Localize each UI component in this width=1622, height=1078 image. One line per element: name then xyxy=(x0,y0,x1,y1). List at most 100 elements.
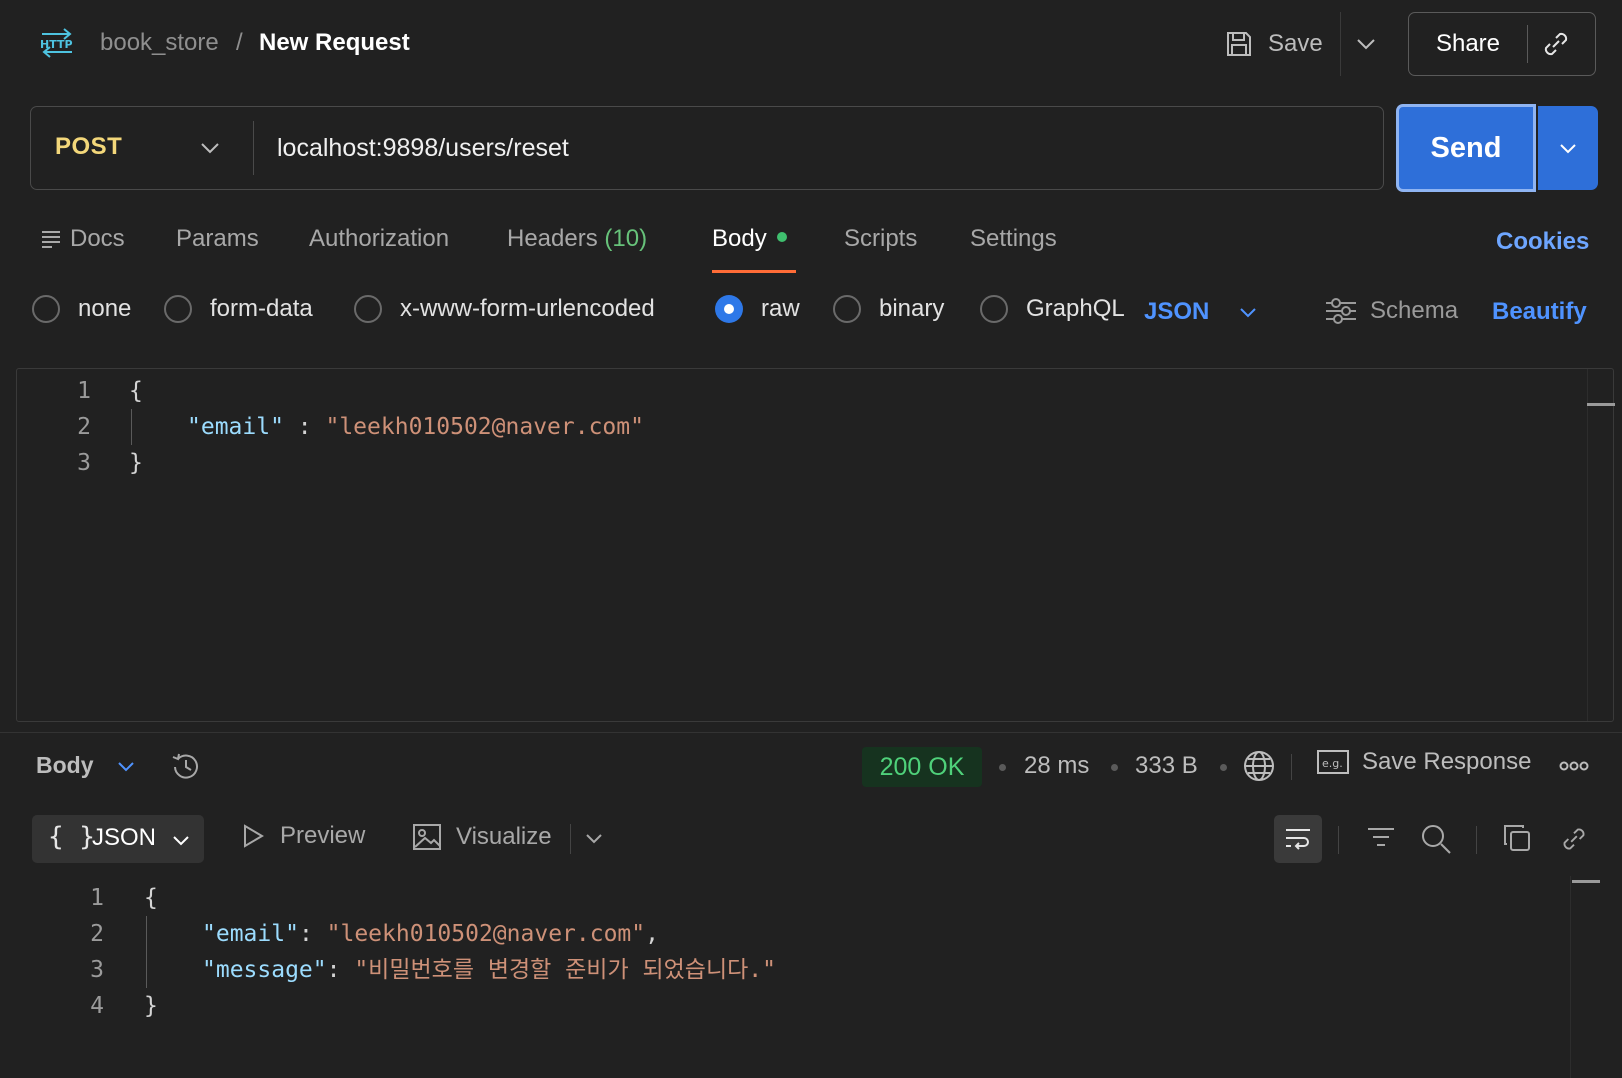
radio-raw-label: raw xyxy=(761,295,800,322)
chevron-down-icon xyxy=(1240,308,1257,318)
json-comma: , xyxy=(645,921,659,947)
save-response-button[interactable]: e.g. Save Response xyxy=(1316,748,1531,776)
preview-button[interactable]: Preview xyxy=(240,822,365,850)
example-icon: e.g. xyxy=(1317,750,1349,774)
send-button[interactable]: Send xyxy=(1396,104,1536,192)
radio-binary[interactable]: binary xyxy=(833,294,944,324)
line-number: 4 xyxy=(90,993,104,1019)
json-braces-icon: { } xyxy=(48,822,95,852)
code-line-email: "email": "leekh010502@naver.com", xyxy=(202,916,659,952)
response-size[interactable]: 333 B xyxy=(1135,752,1198,780)
filter-icon[interactable] xyxy=(1366,823,1396,853)
svg-text:e.g.: e.g. xyxy=(1322,757,1343,770)
json-string-value: "leekh010502@naver.com" xyxy=(326,921,646,947)
response-time[interactable]: 28 ms xyxy=(1024,752,1089,780)
wrap-lines-button[interactable] xyxy=(1274,815,1322,863)
chevron-down-icon[interactable] xyxy=(582,826,606,850)
share-group: Share xyxy=(1408,12,1596,76)
url-divider xyxy=(253,121,254,175)
url-input[interactable] xyxy=(277,127,1337,169)
visualize-label: Visualize xyxy=(456,823,552,850)
link-icon[interactable] xyxy=(1539,27,1573,61)
toolbar-divider xyxy=(570,824,571,854)
method-select[interactable]: POST xyxy=(31,107,251,188)
response-format-label: JSON xyxy=(92,824,157,851)
radio-icon xyxy=(32,295,60,323)
json-key: "email" xyxy=(187,414,284,440)
tab-body[interactable]: Body xyxy=(712,224,787,254)
radio-binary-label: binary xyxy=(879,295,945,322)
meta-separator xyxy=(1111,764,1118,771)
tab-settings[interactable]: Settings xyxy=(970,224,1057,254)
json-colon: : xyxy=(283,414,326,440)
history-icon[interactable] xyxy=(168,749,204,785)
line-number: 1 xyxy=(77,378,91,404)
response-format-select[interactable]: { } JSON xyxy=(32,815,204,863)
radio-icon xyxy=(980,295,1008,323)
line-number: 2 xyxy=(77,414,91,440)
chevron-down-icon[interactable] xyxy=(114,754,138,778)
request-title[interactable]: New Request xyxy=(259,28,410,58)
indent-guide xyxy=(146,916,147,988)
radio-raw[interactable]: raw xyxy=(715,294,800,324)
radio-urlencoded[interactable]: x-www-form-urlencoded xyxy=(354,294,655,324)
tab-params[interactable]: Params xyxy=(176,224,259,254)
method-label: POST xyxy=(55,133,123,160)
cookies-link[interactable]: Cookies xyxy=(1496,228,1589,256)
radio-form-data-label: form-data xyxy=(210,295,313,322)
json-colon: : xyxy=(298,921,327,947)
more-icon[interactable] xyxy=(1558,756,1590,776)
radio-none[interactable]: none xyxy=(32,294,131,324)
share-button[interactable]: Share xyxy=(1409,13,1527,74)
tab-docs-label: Docs xyxy=(70,225,125,252)
chevron-down-icon xyxy=(173,836,189,846)
response-body-viewer[interactable]: 1 2 3 4 { "email": "leekh010502@naver.co… xyxy=(0,876,1622,1078)
chevron-down-icon xyxy=(201,143,219,154)
tab-headers[interactable]: Headers (10) xyxy=(507,224,647,254)
indent-guide xyxy=(131,409,132,445)
breadcrumb-collection[interactable]: book_store xyxy=(100,28,219,58)
docs-icon xyxy=(42,230,60,248)
code-close-brace: } xyxy=(129,450,143,476)
chevron-down-icon xyxy=(1560,144,1576,154)
request-body-editor[interactable]: 1 2 3 { "email" : "leekh010502@naver.com… xyxy=(16,368,1615,722)
radio-form-data[interactable]: form-data xyxy=(164,294,313,324)
save-button[interactable]: Save xyxy=(1224,22,1323,66)
copy-icon[interactable] xyxy=(1502,823,1532,853)
tab-scripts[interactable]: Scripts xyxy=(844,224,917,254)
raw-format-select[interactable]: JSON xyxy=(1144,298,1259,326)
breadcrumb-separator: / xyxy=(236,29,243,56)
viewer-scroll-track xyxy=(1570,876,1571,1078)
viewer-scroll-marker[interactable] xyxy=(1572,880,1600,883)
preview-label: Preview xyxy=(280,822,366,849)
globe-icon[interactable] xyxy=(1242,749,1276,783)
tab-authorization[interactable]: Authorization xyxy=(309,224,449,254)
body-type-options: none form-data x-www-form-urlencoded raw… xyxy=(0,286,1622,338)
url-bar: POST xyxy=(30,106,1384,190)
tab-docs[interactable]: Docs xyxy=(40,224,125,254)
play-icon xyxy=(244,824,264,848)
request-header: HTTP book_store / New Request Save Share xyxy=(0,0,1622,88)
json-key: "message" xyxy=(202,957,327,983)
save-icon xyxy=(1227,32,1251,56)
radio-icon xyxy=(164,295,192,323)
radio-graphql-label: GraphQL xyxy=(1026,295,1125,322)
schema-sliders-icon xyxy=(1326,298,1356,324)
radio-none-label: none xyxy=(78,295,132,322)
code-open-brace: { xyxy=(129,378,143,404)
response-divider[interactable] xyxy=(0,732,1622,733)
http-icon: HTTP xyxy=(40,28,73,58)
radio-graphql[interactable]: GraphQL xyxy=(980,294,1125,324)
schema-button[interactable]: Schema xyxy=(1324,296,1458,326)
link-icon[interactable] xyxy=(1558,823,1590,855)
editor-scroll-marker[interactable] xyxy=(1587,403,1615,406)
response-view-select[interactable]: Body xyxy=(36,752,94,779)
svg-text:HTTP: HTTP xyxy=(40,38,73,51)
search-icon[interactable] xyxy=(1420,823,1452,855)
save-options-chevron-down-icon[interactable] xyxy=(1352,30,1380,58)
beautify-button[interactable]: Beautify xyxy=(1492,298,1587,326)
status-badge[interactable]: 200 OK xyxy=(862,747,982,787)
visualize-button[interactable]: Visualize xyxy=(412,822,552,852)
meta-separator xyxy=(1220,764,1227,771)
send-options-button[interactable] xyxy=(1538,106,1598,190)
